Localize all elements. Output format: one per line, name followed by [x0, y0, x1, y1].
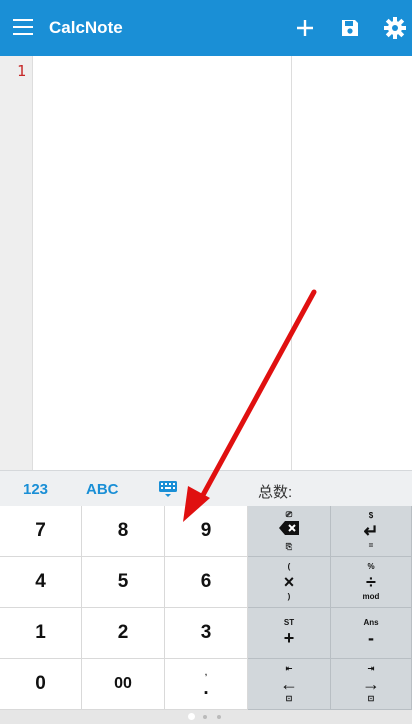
key-divide[interactable]: % ÷ mod	[331, 557, 412, 608]
enter-icon: ↵	[363, 521, 379, 541]
key-sup: ,	[204, 668, 208, 677]
key-sup: %	[367, 562, 375, 571]
key-label: 7	[35, 520, 46, 541]
copy-icon: ⎘	[285, 542, 293, 551]
key-label: 4	[35, 571, 46, 592]
app-bar: CalcNote	[0, 0, 412, 56]
key-multiply[interactable]: ( × )	[248, 557, 331, 608]
key-plus[interactable]: ST +	[248, 608, 331, 659]
page-dot-active	[188, 713, 195, 720]
key-8[interactable]: 8	[82, 506, 165, 557]
key-6[interactable]: 6	[165, 557, 248, 608]
page-dot	[203, 715, 207, 719]
line-number-gutter: 1	[0, 56, 33, 470]
key-1[interactable]: 1	[0, 608, 82, 659]
keyboard-icon[interactable]	[158, 480, 178, 497]
key-00[interactable]: 00	[82, 659, 165, 710]
line-end-icon: ⇥	[367, 664, 375, 673]
key-label: 5	[117, 571, 129, 592]
key-5[interactable]: 5	[82, 557, 165, 608]
key-sup: Ans	[363, 618, 379, 627]
key-cursor-right[interactable]: ⇥ → ⊡	[331, 659, 412, 710]
key-sup: ST	[283, 618, 295, 627]
key-4[interactable]: 4	[0, 557, 82, 608]
keypad: 7 8 9 4 5 6 1 2 3 0 00 , . ⎚ ⎘ $ ↵ = ( ×…	[0, 506, 412, 710]
key-sub: =	[368, 541, 374, 550]
key-decimal[interactable]: , .	[165, 659, 248, 710]
backspace-icon	[278, 520, 300, 542]
total-label: 总数:	[258, 484, 293, 501]
app-title: CalcNote	[49, 18, 123, 37]
clear-icon: ⎚	[285, 510, 293, 519]
keyboard-toolbar: 123 ABC 总数:	[0, 470, 412, 507]
page-indicator	[0, 710, 412, 724]
select-icon: ⊡	[285, 694, 293, 703]
key-label: 0	[35, 673, 46, 694]
result-column	[291, 56, 412, 470]
save-icon[interactable]	[338, 16, 362, 40]
arrow-left-icon: ←	[280, 674, 298, 694]
key-0[interactable]: 0	[0, 659, 82, 710]
key-label: .	[203, 678, 209, 699]
key-enter[interactable]: $ ↵ =	[331, 506, 412, 557]
key-label: 2	[117, 622, 129, 643]
key-label: +	[283, 628, 295, 648]
key-minus[interactable]: Ans -	[331, 608, 412, 659]
hamburger-icon[interactable]	[13, 19, 33, 35]
key-label: 3	[200, 622, 212, 643]
key-3[interactable]: 3	[165, 608, 248, 659]
key-label: 00	[114, 675, 132, 692]
gear-icon[interactable]	[383, 16, 407, 40]
line-number: 1	[16, 62, 26, 80]
key-7[interactable]: 7	[0, 506, 82, 557]
plus-icon[interactable]	[293, 16, 317, 40]
key-9[interactable]: 9	[165, 506, 248, 557]
key-sup: $	[368, 511, 374, 520]
key-sub: )	[287, 592, 291, 601]
expression-editor[interactable]	[33, 56, 291, 470]
key-label: -	[368, 628, 374, 648]
key-label: 1	[35, 622, 46, 643]
key-2[interactable]: 2	[82, 608, 165, 659]
key-cursor-left[interactable]: ⇤ ← ⊡	[248, 659, 331, 710]
page-dot	[217, 715, 221, 719]
key-sub: mod	[362, 592, 380, 601]
key-label: 6	[200, 571, 212, 592]
tab-abc[interactable]: ABC	[86, 481, 119, 498]
key-label: ×	[283, 572, 295, 592]
arrow-right-icon: →	[362, 674, 380, 694]
key-label: 9	[200, 520, 212, 541]
key-backspace[interactable]: ⎚ ⎘	[248, 506, 331, 557]
key-sup: (	[287, 562, 291, 571]
key-label: ÷	[366, 572, 376, 592]
tab-123[interactable]: 123	[23, 481, 48, 498]
line-start-icon: ⇤	[285, 664, 293, 673]
key-label: 8	[117, 520, 129, 541]
select-icon: ⊡	[367, 694, 375, 703]
